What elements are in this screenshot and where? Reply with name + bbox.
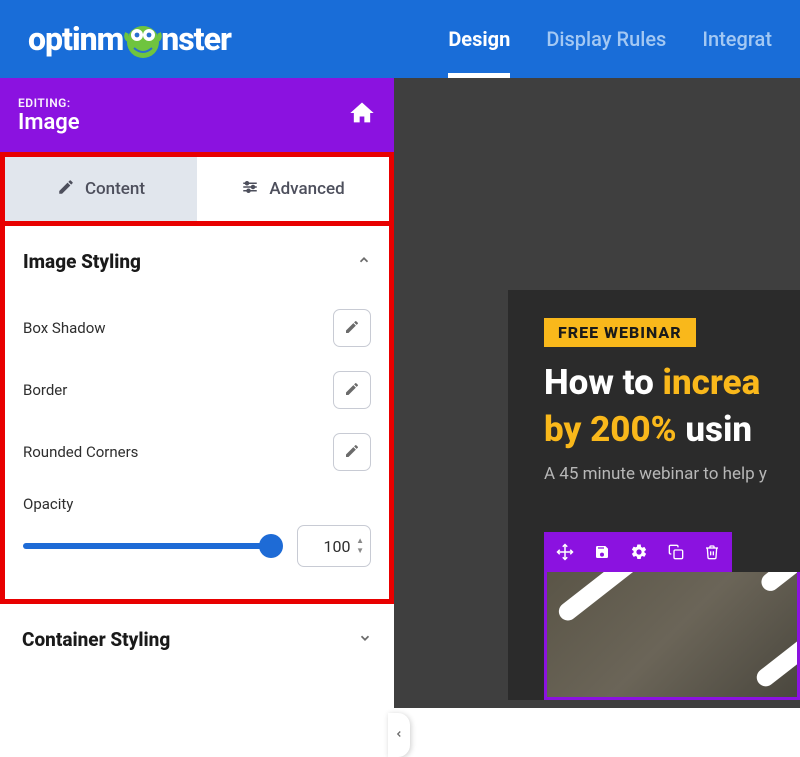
edit-border-button[interactable] [333,371,371,409]
element-toolbar [544,532,732,572]
home-icon[interactable] [348,99,376,131]
pen-graphic [555,572,669,624]
image-element-selected[interactable] [544,572,800,700]
edit-rounded-corners-button[interactable] [333,433,371,471]
border-label: Border [23,381,67,399]
topnav-tabs: Design Display Rules Integrat [448,0,800,78]
popup-heading: How to increa by 200% usin [544,359,800,454]
logo-text-post: nster [161,20,231,58]
canvas-area[interactable]: FREE WEBINAR How to increa by 200% usin … [394,78,800,708]
trash-icon[interactable] [704,544,720,560]
stepper-up-icon[interactable]: ▲ [356,537,364,545]
popup-subhead: A 45 minute webinar to help y [544,464,800,484]
logo: optinm nster [28,18,231,60]
opacity-row: Opacity [23,483,371,513]
chevron-down-icon [358,630,372,649]
highlight-box-body: Image Styling Box Shadow Border Rounded … [0,221,394,604]
pencil-icon [344,381,360,400]
side-panel: EDITING: Image Content Advanced Image St… [0,78,394,675]
gear-icon[interactable] [630,543,648,561]
border-row: Border [23,359,371,421]
chevron-left-icon [394,726,404,745]
container-styling-title: Container Styling [22,628,170,651]
opacity-slider-row: 100 ▲ ▼ [23,513,371,567]
editing-banner: EDITING: Image [0,78,394,152]
sliders-icon [241,178,259,201]
mascot-icon [122,18,164,60]
panel-collapse-button[interactable] [388,713,410,757]
opacity-slider[interactable] [23,543,281,549]
editing-label: EDITING: [18,96,80,110]
edit-box-shadow-button[interactable] [333,309,371,347]
tab-advanced[interactable]: Advanced [197,157,389,221]
image-styling-header[interactable]: Image Styling [23,244,371,297]
pencil-icon [344,319,360,338]
save-icon[interactable] [594,544,610,560]
rounded-corners-label: Rounded Corners [23,443,138,461]
move-icon[interactable] [556,543,574,561]
pen-graphic [753,608,800,690]
tab-integrations[interactable]: Integrat [702,0,772,78]
opacity-input[interactable]: 100 ▲ ▼ [297,525,371,567]
panel-tabs: Content Advanced [5,157,389,221]
popup-preview: FREE WEBINAR How to increa by 200% usin … [508,290,800,700]
top-navigation: optinm nster Design Display Rules Integr… [0,0,800,78]
chevron-up-icon [357,252,371,271]
logo-text-pre: optinm [28,20,123,58]
pen-graphic [758,572,800,595]
free-webinar-badge: FREE WEBINAR [544,318,696,347]
box-shadow-row: Box Shadow [23,297,371,359]
tab-display-rules[interactable]: Display Rules [546,0,666,78]
rounded-corners-row: Rounded Corners [23,421,371,483]
tab-content[interactable]: Content [5,157,197,221]
section-title: Image Styling [23,250,141,273]
editing-element-name: Image [18,110,80,135]
tab-design[interactable]: Design [448,0,510,78]
highlight-box-tabs: Content Advanced [0,152,394,221]
pencil-icon [344,443,360,462]
container-styling-header[interactable]: Container Styling [0,604,394,675]
opacity-label: Opacity [23,495,73,513]
box-shadow-label: Box Shadow [23,319,106,337]
copy-icon[interactable] [668,544,684,560]
pencil-icon [57,178,75,201]
opacity-slider-thumb[interactable] [259,534,283,558]
stepper-down-icon[interactable]: ▼ [356,547,364,555]
